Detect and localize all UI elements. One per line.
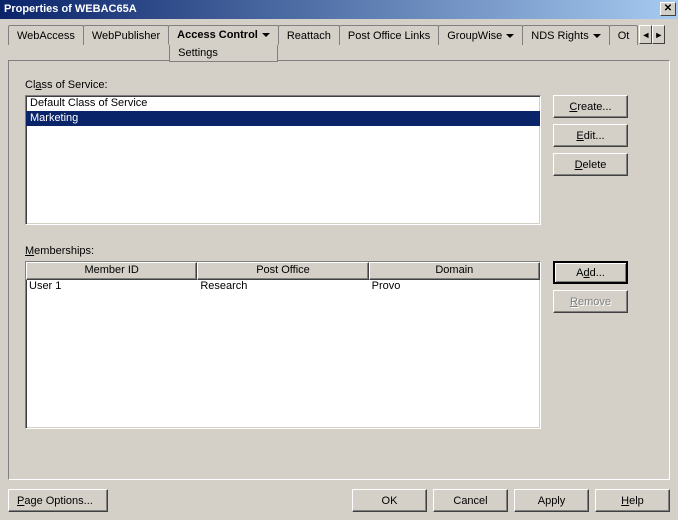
tab-strip: WebAccess WebPublisher Access Control Se… xyxy=(8,25,670,61)
tab-post-office-links[interactable]: Post Office Links xyxy=(339,25,439,45)
add-button[interactable]: Add... xyxy=(553,261,628,284)
cancel-button[interactable]: Cancel xyxy=(433,489,508,512)
class-of-service-area: Default Class of Service Marketing Creat… xyxy=(25,95,653,225)
tab-webaccess[interactable]: WebAccess xyxy=(8,25,84,45)
create-button[interactable]: Create... xyxy=(553,95,628,118)
tab-scroll-nav: ◄ ► xyxy=(639,25,665,44)
edit-button[interactable]: Edit... xyxy=(553,124,628,147)
memberships-area: Member ID Post Office Domain User 1 Rese… xyxy=(25,261,653,429)
col-domain[interactable]: Domain xyxy=(369,262,540,280)
tab-other-truncated[interactable]: Ot xyxy=(609,25,639,45)
cos-buttons: Create... Edit... Delete xyxy=(553,95,628,225)
chevron-down-icon xyxy=(506,34,514,38)
help-button[interactable]: Help xyxy=(595,489,670,512)
close-icon[interactable]: ✕ xyxy=(660,2,676,16)
grid-header-row: Member ID Post Office Domain xyxy=(26,262,540,280)
window-title: Properties of WEBAC65A xyxy=(4,3,137,15)
table-row[interactable]: User 1 Research Provo xyxy=(26,280,540,295)
cell-domain: Provo xyxy=(369,280,540,295)
memberships-label: Memberships: xyxy=(25,245,653,257)
page-options-button[interactable]: Page Options... xyxy=(8,489,108,512)
class-of-service-label: Class of Service: xyxy=(25,79,653,91)
tab-reattach[interactable]: Reattach xyxy=(278,25,340,45)
tab-nds-rights[interactable]: NDS Rights xyxy=(522,25,609,45)
memberships-grid[interactable]: Member ID Post Office Domain User 1 Rese… xyxy=(25,261,541,429)
dialog-content: WebAccess WebPublisher Access Control Se… xyxy=(0,19,678,520)
chevron-down-icon xyxy=(593,34,601,38)
col-post-office[interactable]: Post Office xyxy=(197,262,368,280)
membership-buttons: Add... Remove xyxy=(553,261,628,429)
col-member-id[interactable]: Member ID xyxy=(26,262,197,280)
ok-button[interactable]: OK xyxy=(352,489,427,512)
remove-button: Remove xyxy=(553,290,628,313)
tab-webpublisher[interactable]: WebPublisher xyxy=(83,25,169,45)
class-of-service-list[interactable]: Default Class of Service Marketing xyxy=(25,95,541,225)
chevron-down-icon xyxy=(262,33,270,37)
tab-scroll-left-button[interactable]: ◄ xyxy=(639,25,652,44)
cell-member-id: User 1 xyxy=(26,280,197,295)
tab-access-control-sub[interactable]: Settings xyxy=(169,45,278,62)
tab-groupwise[interactable]: GroupWise xyxy=(438,25,523,45)
apply-button[interactable]: Apply xyxy=(514,489,589,512)
spacer xyxy=(114,489,346,512)
tab-panel: Class of Service: Default Class of Servi… xyxy=(8,60,670,480)
cos-item-default[interactable]: Default Class of Service xyxy=(26,96,540,111)
tab-scroll-right-button[interactable]: ► xyxy=(652,25,665,44)
cell-post-office: Research xyxy=(197,280,368,295)
tab-access-control[interactable]: Access Control Settings xyxy=(168,25,279,45)
delete-button[interactable]: Delete xyxy=(553,153,628,176)
title-bar: Properties of WEBAC65A ✕ xyxy=(0,0,678,19)
dialog-button-bar: Page Options... OK Cancel Apply Help xyxy=(8,489,670,512)
cos-item-marketing[interactable]: Marketing xyxy=(26,111,540,126)
